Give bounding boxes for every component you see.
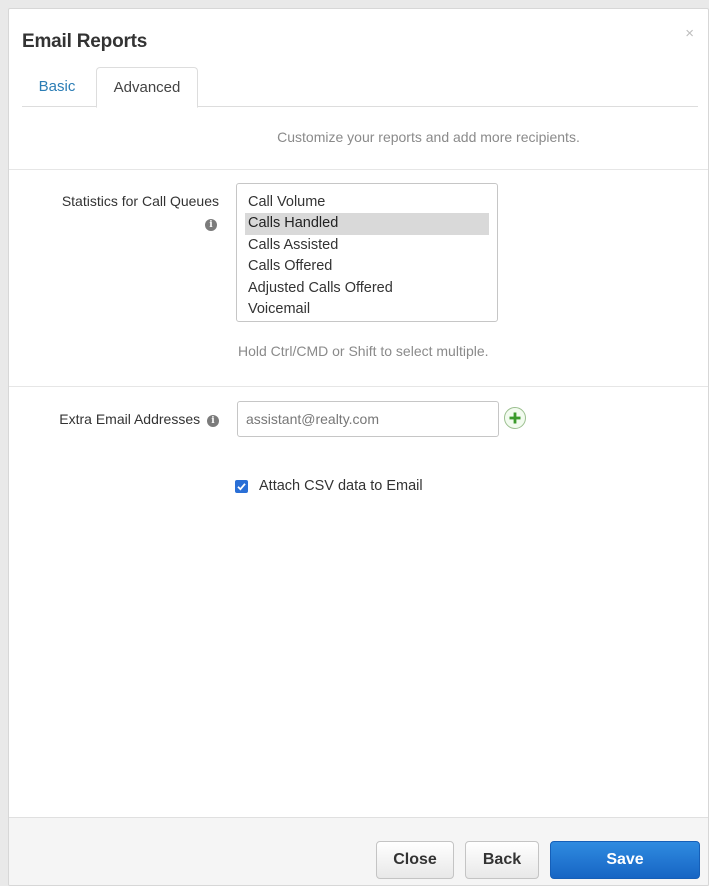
statistics-listbox[interactable]: Call Volume Calls Handled Calls Assisted… [236, 183, 498, 322]
attach-csv-checkbox[interactable] [235, 480, 248, 493]
info-icon[interactable]: i [205, 219, 217, 231]
close-button[interactable]: Close [376, 841, 454, 879]
list-option-call-volume[interactable]: Call Volume [245, 192, 489, 213]
tab-basic[interactable]: Basic [22, 67, 92, 108]
list-option-calls-handled[interactable]: Calls Handled [245, 213, 489, 235]
close-icon[interactable]: × [685, 26, 694, 41]
list-option-calls-offered[interactable]: Calls Offered [245, 256, 489, 277]
add-email-button[interactable] [504, 407, 526, 429]
extra-email-label: Extra Email Addresses [59, 411, 201, 427]
list-option-calls-assisted[interactable]: Calls Assisted [245, 235, 489, 256]
info-icon[interactable]: i [207, 415, 219, 427]
divider [9, 169, 708, 170]
attach-csv-label[interactable]: Attach CSV data to Email [259, 478, 423, 494]
list-option-voicemail[interactable]: Voicemail [245, 299, 489, 320]
email-reports-dialog: Email Reports × Basic Advanced Customize… [8, 8, 709, 886]
extra-email-input[interactable] [237, 401, 499, 437]
divider [9, 386, 708, 387]
plus-circle-icon [509, 412, 521, 424]
checkmark-icon [237, 483, 246, 491]
statistics-label-group: Statistics for Call Queues i [19, 193, 219, 231]
multi-select-help-text: Hold Ctrl/CMD or Shift to select multipl… [238, 343, 489, 359]
back-button[interactable]: Back [465, 841, 539, 879]
extra-email-label-group: Extra Email Addresses i [19, 411, 219, 427]
tab-advanced[interactable]: Advanced [96, 67, 198, 108]
statistics-label: Statistics for Call Queues [61, 193, 219, 209]
dialog-title: Email Reports [22, 31, 148, 52]
dialog-footer: Close Back Save [9, 817, 708, 885]
save-button[interactable]: Save [550, 841, 700, 879]
tab-bar: Basic Advanced [22, 67, 698, 108]
intro-text: Customize your reports and add more reci… [277, 129, 580, 145]
dialog-header: Email Reports × [9, 9, 708, 69]
list-option-adjusted-calls-offered[interactable]: Adjusted Calls Offered [245, 278, 489, 299]
